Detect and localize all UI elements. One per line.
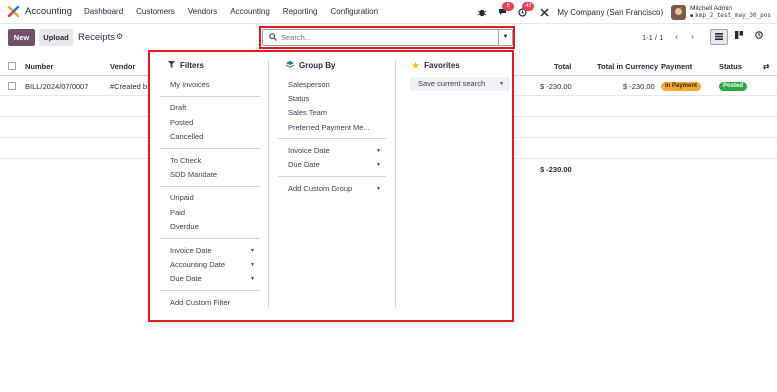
payment-badge: In Payment	[661, 82, 702, 91]
bug-icon[interactable]	[475, 5, 489, 19]
column-total-currency[interactable]: Total in Currency	[597, 62, 658, 71]
navbar-systray: 8 43 My Company (San Francisco) Mitchell…	[475, 0, 777, 24]
upload-button[interactable]: Upload	[39, 29, 73, 46]
database-name: kmp_2_test_may_30_pos	[690, 12, 771, 20]
pager-value[interactable]: 1-1 / 1	[642, 33, 663, 42]
search-highlight-box	[259, 26, 515, 49]
row-total: $ -230.00	[540, 82, 572, 91]
footer-total: $ -230.00	[540, 165, 572, 174]
new-button[interactable]: New	[8, 29, 35, 46]
tools-icon[interactable]	[537, 5, 551, 19]
chat-icon[interactable]: 8	[495, 2, 515, 19]
clock-icon[interactable]: 43	[515, 2, 535, 19]
menu-item-vendors[interactable]: Vendors	[188, 7, 217, 16]
menu-item-configuration[interactable]: Configuration	[330, 7, 378, 16]
row-checkbox[interactable]	[8, 82, 16, 90]
menu-item-reporting[interactable]: Reporting	[283, 7, 318, 16]
row-vendor: #Created b	[110, 82, 148, 91]
breadcrumb: Receipts	[78, 32, 115, 43]
status-badge: Posted	[719, 82, 748, 91]
gear-icon[interactable]: ⚙	[116, 32, 123, 41]
menu-item-customers[interactable]: Customers	[136, 7, 175, 16]
pager-previous-button[interactable]: ‹	[669, 29, 684, 45]
row-number: BILL/2024/07/0007	[25, 82, 89, 91]
kanban-view-button[interactable]	[730, 29, 748, 45]
activity-badge: 43	[522, 2, 535, 11]
activity-view-button[interactable]	[750, 29, 768, 45]
list-view-button[interactable]	[710, 29, 728, 45]
column-payment[interactable]: Payment	[661, 62, 692, 71]
chat-badge: 8	[502, 2, 515, 11]
optional-columns-icon[interactable]: ⇄	[763, 62, 769, 71]
user-avatar[interactable]	[671, 4, 687, 20]
app-logo-icon[interactable]	[8, 6, 19, 17]
column-status[interactable]: Status	[719, 62, 742, 71]
company-switcher[interactable]: My Company (San Francisco)	[557, 8, 663, 17]
menu-item-accounting[interactable]: Accounting	[230, 7, 270, 16]
column-total[interactable]: Total	[554, 62, 571, 71]
menu-item-dashboard[interactable]: Dashboard	[84, 7, 123, 16]
row-total-currency: $ -230.00	[623, 82, 655, 91]
app-name[interactable]: Accounting	[25, 6, 72, 17]
column-vendor[interactable]: Vendor	[110, 62, 135, 71]
select-all-checkbox[interactable]	[8, 62, 16, 70]
dropdown-highlight-box	[148, 50, 514, 322]
pager-next-button[interactable]: ›	[685, 29, 700, 45]
top-navbar: Accounting Dashboard Customers Vendors A…	[0, 0, 777, 24]
user-menu[interactable]: Mitchell Admin kmp_2_test_may_30_pos	[690, 5, 771, 20]
main-menu: Dashboard Customers Vendors Accounting R…	[84, 7, 391, 16]
user-name: Mitchell Admin	[690, 4, 733, 12]
column-number[interactable]: Number	[25, 62, 53, 71]
